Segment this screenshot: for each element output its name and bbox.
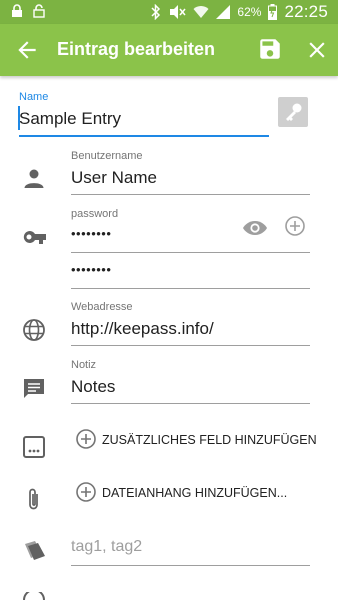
password-label: password (71, 208, 119, 220)
status-bar: 62% 22:25 (0, 0, 338, 24)
name-input[interactable]: Sample Entry (19, 109, 121, 129)
tags-underline (71, 565, 310, 566)
expires-icon (23, 592, 45, 600)
url-input[interactable]: http://keepass.info/ (71, 319, 214, 339)
eye-icon[interactable] (242, 218, 268, 238)
password-confirm-underline (71, 288, 310, 289)
name-label: Name (19, 91, 49, 103)
url-label: Webadresse (71, 301, 133, 313)
key-icon (286, 103, 302, 121)
lock-icon (12, 4, 22, 17)
username-input[interactable]: User Name (71, 168, 157, 188)
notes-underline (71, 403, 310, 404)
add-circle-icon (76, 482, 96, 502)
add-circle-icon[interactable] (284, 215, 306, 237)
bluetooth-icon (151, 4, 161, 20)
notes-input[interactable]: Notes (71, 377, 115, 397)
url-underline (71, 345, 310, 346)
back-arrow-icon[interactable] (14, 37, 40, 63)
battery-icon (268, 4, 278, 20)
password-underline (71, 252, 310, 253)
save-icon[interactable] (257, 36, 283, 62)
notes-label: Notiz (71, 359, 97, 371)
wifi-icon (193, 6, 209, 19)
tags-input[interactable]: tag1, tag2 (71, 538, 142, 556)
tag-icon (25, 541, 45, 560)
vpn-key-icon (23, 231, 46, 244)
add-field-button[interactable]: ZUSÄTZLICHES FELD HINZUFÜGEN (75, 428, 317, 452)
close-icon[interactable] (304, 37, 330, 63)
password-input[interactable]: •••••••• (71, 226, 111, 241)
add-field-label: ZUSÄTZLICHES FELD HINZUFÜGEN (102, 433, 317, 447)
battery-percent: 62% (237, 5, 262, 19)
username-label: Benutzername (71, 150, 143, 162)
generate-password-button[interactable] (278, 97, 308, 127)
lock-icon (33, 4, 45, 18)
mute-icon (170, 5, 186, 19)
password-confirm-input[interactable]: •••••••• (71, 262, 111, 277)
add-attachment-label: DATEIANHANG HINZUFÜGEN... (102, 486, 288, 500)
globe-icon (23, 319, 45, 341)
text-cursor (18, 106, 20, 130)
add-attachment-button[interactable]: DATEIANHANG HINZUFÜGEN... (75, 481, 315, 505)
clock: 22:25 (284, 2, 328, 21)
app-bar: Eintrag bearbeiten (0, 24, 338, 76)
username-underline (71, 194, 310, 195)
signal-icon (216, 5, 231, 19)
attachment-icon (29, 488, 38, 510)
person-icon (24, 169, 44, 188)
extra-field-icon (23, 436, 45, 458)
notes-icon (24, 379, 44, 398)
name-underline (19, 135, 269, 137)
add-circle-icon (76, 429, 96, 449)
page-title: Eintrag bearbeiten (57, 39, 216, 59)
